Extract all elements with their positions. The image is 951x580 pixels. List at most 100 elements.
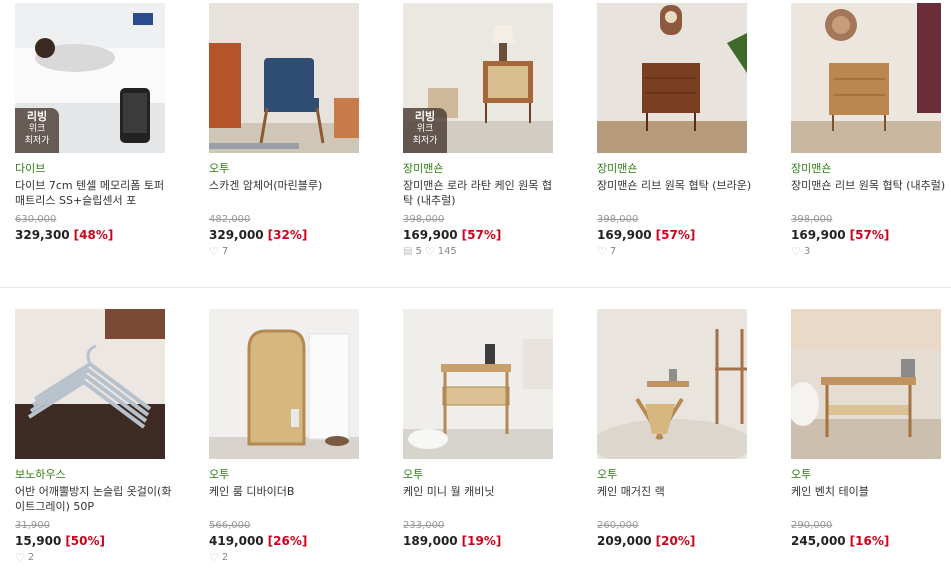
sale-price: 245,000 [791, 534, 846, 548]
heart-icon[interactable]: ♡ [791, 245, 801, 259]
price-row: 329,000 [32%] [209, 227, 369, 243]
sale-price: 419,000 [209, 534, 264, 548]
sale-price: 329,300 [15, 228, 70, 242]
price-row: 169,900 [57%] [403, 227, 563, 243]
product-card[interactable]: 리빙 위크 최저가 다이브 다이브 7cm 텐셀 메모리폼 토퍼 매트리스 SS… [15, 3, 175, 243]
meta-row: ▤ 5 ♡ 145 [403, 245, 563, 259]
price-row: 169,900 [57%] [597, 227, 757, 243]
product-title[interactable]: 장미맨숀 로라 라탄 케인 원목 협탁 (내추럴) [403, 178, 561, 208]
price-row: 15,900 [50%] [15, 533, 175, 549]
discount-rate: [16%] [849, 534, 890, 548]
sale-price: 15,900 [15, 534, 62, 548]
brand-name[interactable]: 오투 [209, 467, 369, 482]
price-row: 189,000 [19%] [403, 533, 563, 549]
heart-icon[interactable]: ♡ [209, 245, 219, 259]
product-title[interactable]: 케인 매거진 랙 [597, 484, 755, 514]
discount-rate: [26%] [267, 534, 308, 548]
original-price: 630,000 [15, 214, 57, 225]
brand-name[interactable]: 장미맨숀 [403, 161, 563, 176]
product-card[interactable]: 오투 케인 매거진 랙 260,000 209,000 [20%] [597, 309, 757, 549]
review-icon: ▤ [403, 246, 413, 257]
product-title[interactable]: 장미맨숀 리브 원목 협탁 (브라운) [597, 178, 755, 208]
original-price: 398,000 [597, 214, 639, 225]
like-count: 7 [609, 246, 617, 257]
product-card[interactable]: 오투 케인 룸 디바이더B 566,000 419,000 [26%] ♡ 2 [209, 309, 369, 565]
price-row: 209,000 [20%] [597, 533, 757, 549]
price-row: 419,000 [26%] [209, 533, 369, 549]
product-image-armchair[interactable] [209, 3, 359, 153]
product-title[interactable]: 스카겐 암체어(마린블루) [209, 178, 367, 208]
sale-price: 169,900 [791, 228, 846, 242]
price-row: 329,300 [48%] [15, 227, 175, 243]
price-row: 245,000 [16%] [791, 533, 951, 549]
product-title[interactable]: 케인 룸 디바이더B [209, 484, 367, 514]
product-image-natural-nightstand[interactable] [791, 3, 941, 153]
product-image-mini-cabinet[interactable] [403, 309, 553, 459]
product-card[interactable]: 오투 스카겐 암체어(마린블루) 482,000 329,000 [32%] ♡ 7 [209, 3, 369, 259]
like-count: 3 [803, 246, 811, 257]
living-week-badge: 리빙 위크 최저가 [15, 108, 59, 153]
like-count: 2 [221, 552, 229, 563]
heart-icon[interactable]: ♡ [209, 551, 219, 565]
price-row: 169,900 [57%] [791, 227, 951, 243]
product-image-brown-nightstand[interactable] [597, 3, 747, 153]
original-price: 482,000 [209, 214, 251, 225]
product-title[interactable]: 다이브 7cm 텐셀 메모리폼 토퍼 매트리스 SS+슬립센서 포 [15, 178, 173, 208]
product-image-magazine-rack[interactable] [597, 309, 747, 459]
product-image-hangers[interactable] [15, 309, 165, 459]
sale-price: 329,000 [209, 228, 264, 242]
sale-price: 169,900 [597, 228, 652, 242]
discount-rate: [57%] [461, 228, 502, 242]
brand-name[interactable]: 오투 [597, 467, 757, 482]
brand-name[interactable]: 보노하우스 [15, 467, 175, 482]
meta-row: ♡ 7 [597, 245, 757, 259]
sale-price: 209,000 [597, 534, 652, 548]
product-card[interactable]: 보노하우스 어반 어깨뿔방지 논슬립 옷걸이(화이트그레이) 50P 31,90… [15, 309, 175, 565]
row-divider [0, 287, 951, 288]
living-week-badge: 리빙 위크 최저가 [403, 108, 447, 153]
product-card[interactable]: 오투 케인 벤치 테이블 290,000 245,000 [16%] [791, 309, 951, 549]
meta-row: ♡ 2 [15, 551, 175, 565]
brand-name[interactable]: 장미맨숀 [791, 161, 951, 176]
heart-icon[interactable]: ♡ [15, 551, 25, 565]
like-count: 7 [221, 246, 229, 257]
original-price: 233,000 [403, 520, 445, 531]
heart-icon[interactable]: ♡ [597, 245, 607, 259]
heart-icon[interactable]: ♡ [425, 245, 435, 259]
discount-rate: [48%] [73, 228, 114, 242]
product-card[interactable]: 장미맨숀 장미맨숀 리브 원목 협탁 (브라운) 398,000 169,900… [597, 3, 757, 259]
meta-row: ♡ 7 [209, 245, 369, 259]
brand-name[interactable]: 오투 [209, 161, 369, 176]
original-price: 31,900 [15, 520, 50, 531]
product-title[interactable]: 어반 어깨뿔방지 논슬립 옷걸이(화이트그레이) 50P [15, 484, 173, 514]
review-count: 5 [415, 246, 422, 257]
product-title[interactable]: 케인 벤치 테이블 [791, 484, 949, 514]
brand-name[interactable]: 장미맨숀 [597, 161, 757, 176]
sale-price: 169,900 [403, 228, 458, 242]
discount-rate: [32%] [267, 228, 308, 242]
discount-rate: [19%] [461, 534, 502, 548]
like-count: 2 [27, 552, 35, 563]
sale-price: 189,000 [403, 534, 458, 548]
product-title[interactable]: 장미맨숀 리브 원목 협탁 (내추럴) [791, 178, 949, 208]
product-card[interactable]: 장미맨숀 장미맨숀 리브 원목 협탁 (내추럴) 398,000 169,900… [791, 3, 951, 259]
brand-name[interactable]: 다이브 [15, 161, 175, 176]
like-count: 145 [437, 246, 457, 257]
original-price: 290,000 [791, 520, 833, 531]
meta-row: ♡ 3 [791, 245, 951, 259]
discount-rate: [57%] [849, 228, 890, 242]
product-image-rattan-nightstand[interactable]: 리빙 위크 최저가 [403, 3, 553, 153]
product-image-mattress[interactable]: 리빙 위크 최저가 [15, 3, 165, 153]
discount-rate: [20%] [655, 534, 696, 548]
discount-rate: [50%] [65, 534, 106, 548]
discount-rate: [57%] [655, 228, 696, 242]
product-title[interactable]: 케인 미니 월 캐비닛 [403, 484, 561, 514]
original-price: 398,000 [403, 214, 445, 225]
product-card[interactable]: 리빙 위크 최저가 장미맨숀 장미맨숀 로라 라탄 케인 원목 협탁 (내추럴)… [403, 3, 563, 259]
product-image-room-divider[interactable] [209, 309, 359, 459]
brand-name[interactable]: 오투 [791, 467, 951, 482]
product-image-bench-table[interactable] [791, 309, 941, 459]
product-card[interactable]: 오투 케인 미니 월 캐비닛 233,000 189,000 [19%] [403, 309, 563, 549]
original-price: 566,000 [209, 520, 251, 531]
brand-name[interactable]: 오투 [403, 467, 563, 482]
